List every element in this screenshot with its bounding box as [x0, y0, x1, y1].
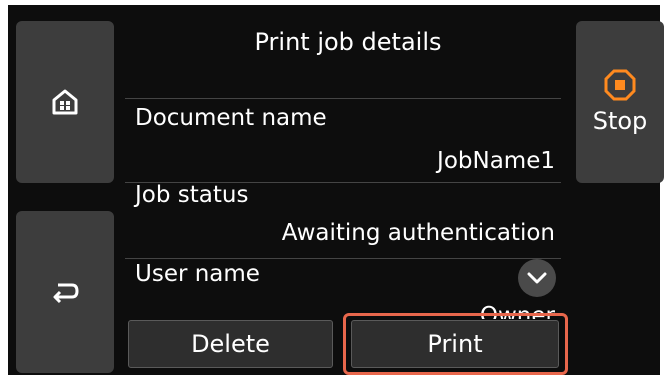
- stop-label: Stop: [592, 107, 648, 135]
- detail-value: JobName1: [437, 148, 555, 174]
- back-button[interactable]: [16, 211, 114, 373]
- detail-label: Job status: [135, 182, 249, 208]
- detail-row-user-name: User name Owner: [125, 259, 561, 319]
- chevron-down-icon: [527, 272, 547, 284]
- print-button-highlight: Print: [343, 313, 568, 375]
- detail-label: User name: [135, 261, 260, 287]
- detail-value: Awaiting authentication: [281, 220, 555, 246]
- stop-button[interactable]: Stop: [576, 21, 664, 183]
- printer-screen: Stop Print job details Document name Job…: [8, 5, 664, 375]
- back-arrow-icon: [53, 283, 79, 304]
- detail-row-document-name: Document name JobName1: [125, 98, 561, 183]
- job-details-panel: Print job details Document name JobName1…: [125, 18, 571, 375]
- delete-button[interactable]: Delete: [128, 320, 333, 368]
- page-title: Print job details: [254, 28, 442, 56]
- print-button[interactable]: Print: [351, 320, 559, 368]
- stop-icon: [604, 69, 636, 101]
- scroll-down-button[interactable]: [518, 259, 556, 297]
- detail-label: Document name: [135, 105, 327, 131]
- home-icon: [52, 89, 78, 115]
- detail-row-job-status: Job status Awaiting authentication: [125, 182, 561, 259]
- home-button[interactable]: [16, 21, 114, 183]
